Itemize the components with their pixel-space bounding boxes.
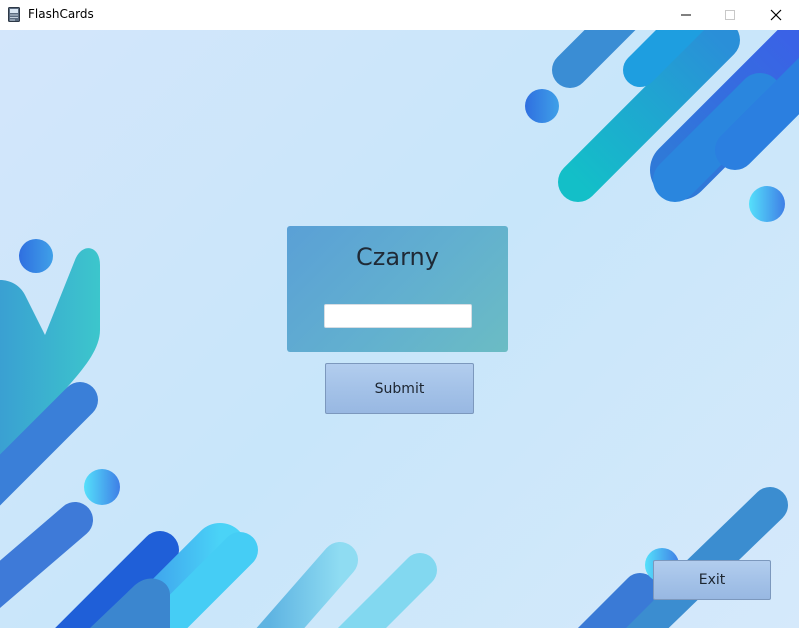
- maximize-icon: [724, 6, 736, 25]
- submit-button-label: Submit: [374, 380, 425, 397]
- minimize-icon: [680, 6, 692, 25]
- window-title: FlashCards: [28, 7, 94, 21]
- answer-input[interactable]: [324, 304, 472, 328]
- minimize-button[interactable]: [663, 0, 709, 30]
- flashcards-app-icon: [8, 7, 20, 22]
- close-icon: [770, 6, 782, 25]
- main-area: Czarny Submit Exit: [0, 30, 799, 628]
- title-bar[interactable]: FlashCards: [0, 0, 799, 30]
- close-button[interactable]: [753, 0, 799, 30]
- flashcard-word: Czarny: [356, 243, 439, 271]
- flashcard: Czarny: [287, 226, 508, 352]
- flashcards-window: FlashCards Czarny Submit Exit: [0, 0, 799, 628]
- exit-button-label: Exit: [698, 572, 726, 588]
- maximize-button[interactable]: [707, 0, 753, 30]
- submit-button[interactable]: Submit: [325, 363, 474, 414]
- exit-button[interactable]: Exit: [653, 560, 771, 600]
